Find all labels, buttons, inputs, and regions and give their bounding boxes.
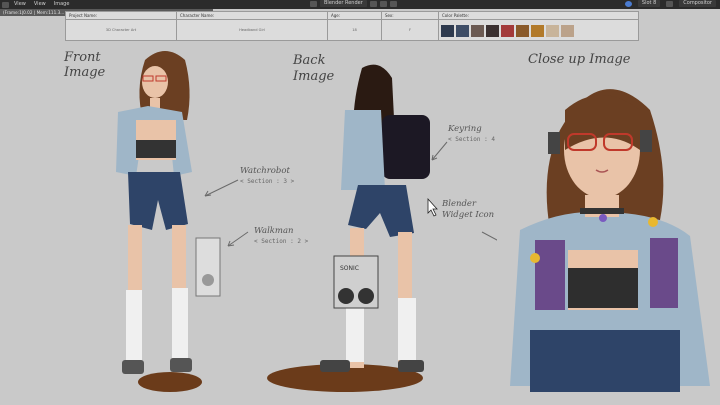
headphone-left: [548, 132, 560, 154]
front-face: [142, 66, 168, 98]
blender-widget-icon: [530, 253, 540, 263]
closeup-pendant: [599, 214, 607, 222]
arrow-walkman: [227, 231, 249, 247]
closeup-figure: [497, 82, 717, 392]
mouse-cursor-icon: [427, 197, 438, 217]
front-figure: [116, 51, 221, 392]
front-shorts: [128, 172, 188, 230]
front-skateboard: [138, 372, 202, 392]
back-jacket: [341, 110, 385, 190]
walkman-brand: SONIC: [340, 265, 359, 272]
closeup-top: [568, 268, 638, 308]
front-walkman: [195, 237, 221, 297]
back-figure: SONIC: [267, 64, 430, 392]
closeup-shorts: [530, 330, 680, 392]
headphone-right: [640, 130, 652, 152]
character-illustration: SONIC: [116, 51, 717, 392]
arrow-keyring: [431, 141, 448, 161]
backpack: [382, 115, 430, 179]
arrow-watchrobot: [204, 179, 239, 197]
